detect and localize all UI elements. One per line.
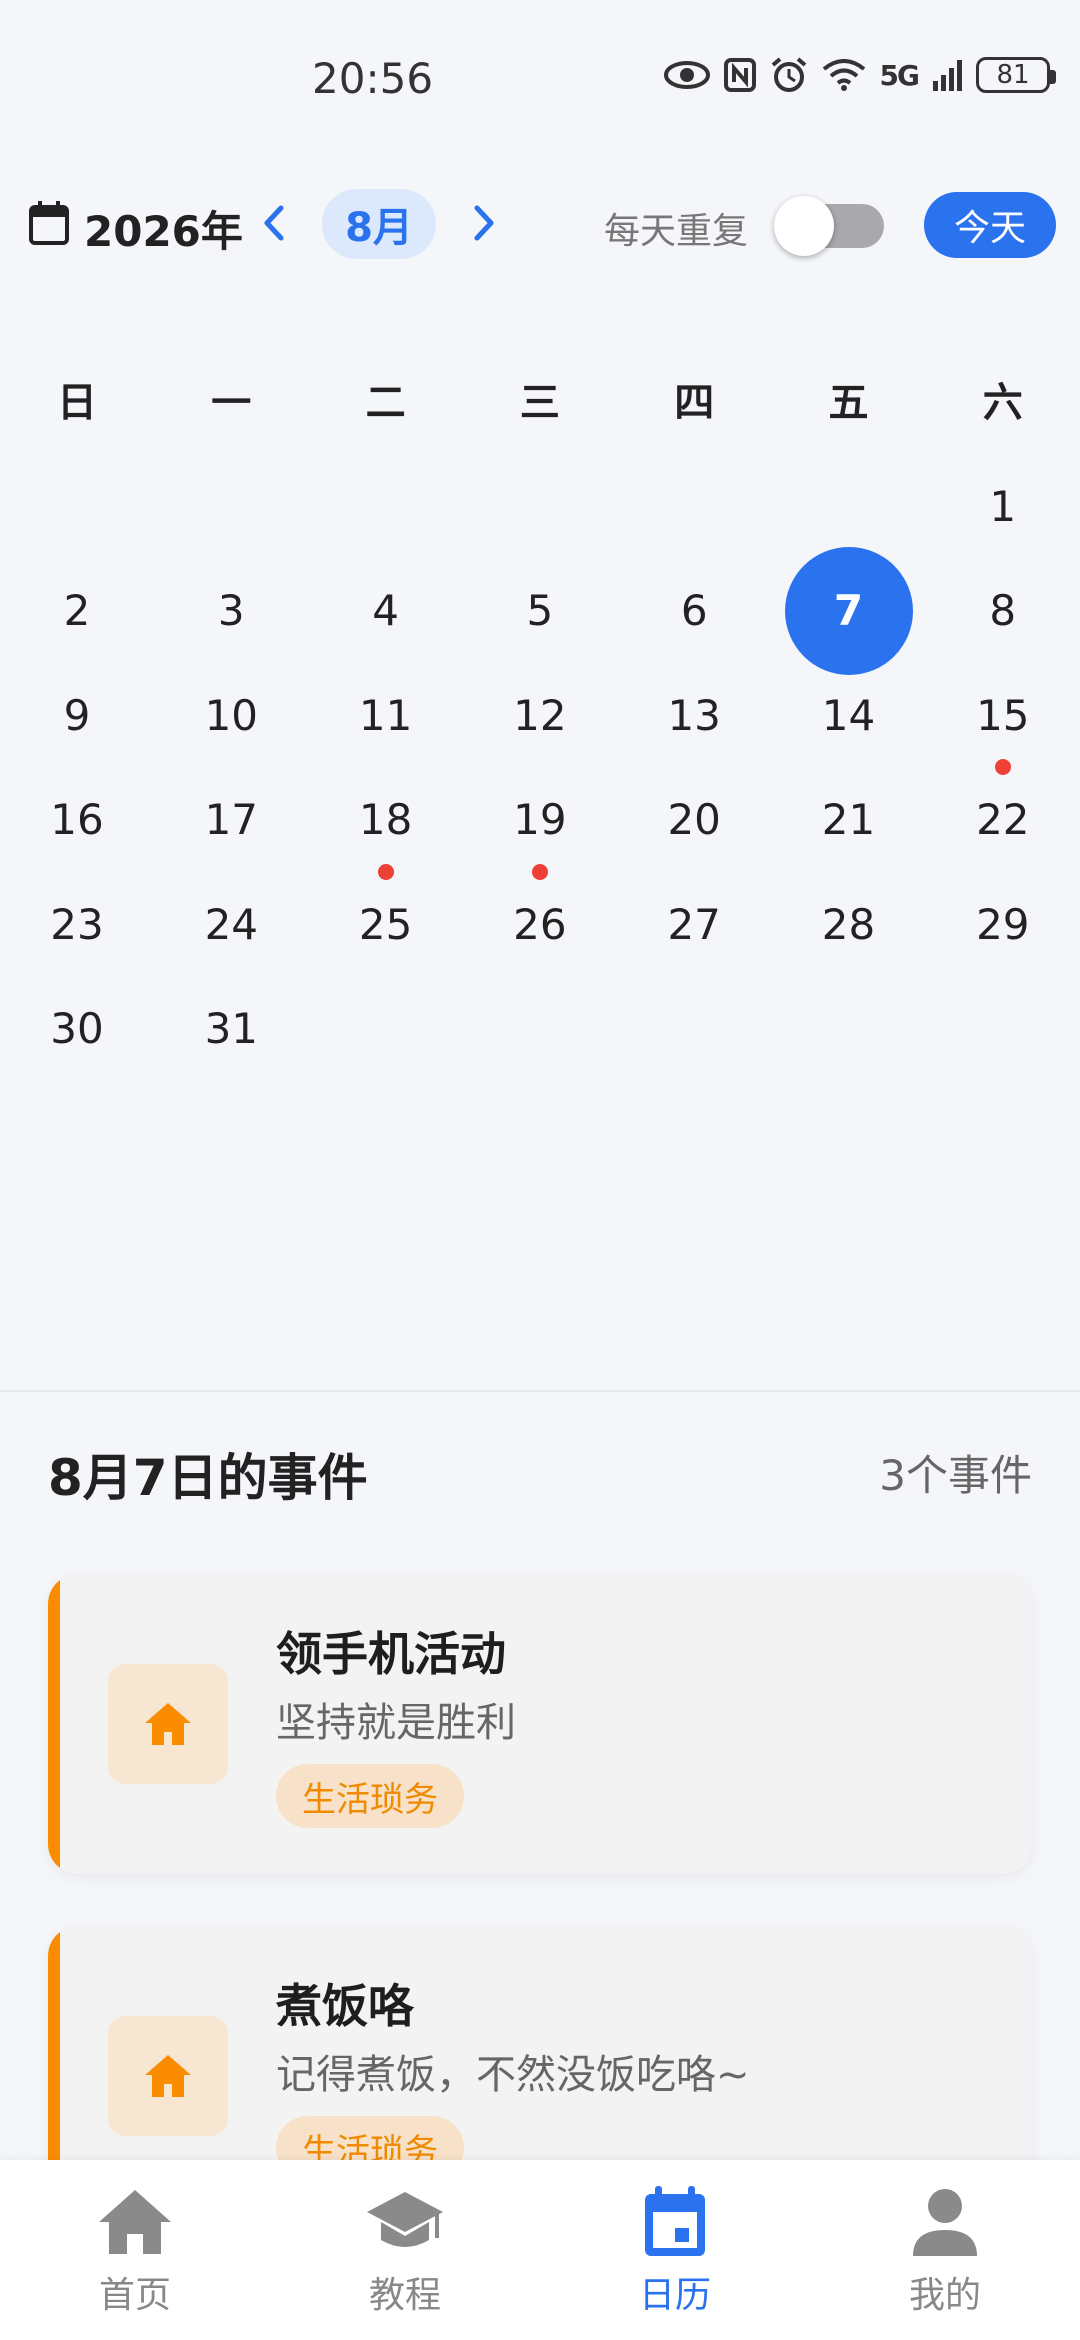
calendar-day[interactable]: 26 bbox=[463, 848, 617, 1004]
events-title: 8月7日的事件 bbox=[48, 1449, 368, 1507]
nav-item-calendar[interactable]: 日历 bbox=[595, 2186, 755, 2326]
nfc-icon bbox=[723, 58, 756, 92]
calendar-day[interactable]: 25 bbox=[309, 848, 463, 1004]
status-icons: 5G 81 bbox=[663, 56, 1056, 94]
nav-item-home[interactable]: 首页 bbox=[55, 2186, 215, 2326]
network-type: 5G bbox=[879, 58, 920, 92]
weekday-label: 日 bbox=[57, 380, 97, 426]
chevron-left-icon bbox=[264, 205, 284, 241]
calendar-day[interactable]: 29 bbox=[926, 848, 1080, 1004]
year-label[interactable]: 2026年 bbox=[84, 198, 243, 259]
weekday-label: 三 bbox=[519, 380, 560, 426]
event-category-tag: 生活琐务 bbox=[276, 1764, 464, 1828]
weekday-label: 四 bbox=[674, 380, 715, 426]
repeat-daily-toggle[interactable] bbox=[774, 196, 884, 256]
toggle-knob bbox=[774, 196, 834, 256]
calendar-day[interactable]: 30 bbox=[0, 953, 154, 1109]
card-accent-bar bbox=[48, 1574, 60, 1874]
event-description: 坚持就是胜利 bbox=[276, 1700, 516, 1746]
divider bbox=[0, 1390, 1080, 1392]
calendar-header: 2026年 8月 每天重复 今天 bbox=[0, 180, 1080, 270]
home-icon bbox=[145, 2055, 191, 2097]
day-number: 26 bbox=[513, 899, 567, 949]
event-description: 记得煮饭，不然没饭吃咯~ bbox=[276, 2052, 750, 2098]
day-number: 25 bbox=[358, 899, 413, 949]
category-icon-box bbox=[108, 2016, 228, 2136]
today-button[interactable]: 今天 bbox=[924, 192, 1056, 258]
event-title: 煮饭咯 bbox=[276, 1979, 414, 2033]
event-card[interactable]: 领手机活动 坚持就是胜利 生活琐务 bbox=[48, 1574, 1032, 1874]
status-time: 20:56 bbox=[312, 54, 434, 103]
calendar-day[interactable]: 27 bbox=[617, 848, 771, 1004]
calendar-icon bbox=[29, 201, 69, 245]
month-selector[interactable]: 8月 bbox=[322, 189, 436, 259]
nav-item-profile[interactable]: 我的 bbox=[865, 2186, 1025, 2326]
event-title: 领手机活动 bbox=[276, 1627, 506, 1681]
weekday-label: 六 bbox=[982, 380, 1023, 426]
person-icon bbox=[913, 2189, 977, 2256]
weekday-label: 一 bbox=[211, 380, 252, 426]
next-month-button[interactable] bbox=[462, 200, 506, 246]
day-number: 30 bbox=[50, 1004, 104, 1053]
calendar-day[interactable]: 31 bbox=[154, 953, 308, 1109]
wifi-icon bbox=[822, 59, 865, 91]
category-icon-box bbox=[108, 1664, 228, 1784]
signal-icon bbox=[933, 60, 962, 91]
prev-month-button[interactable] bbox=[252, 200, 296, 246]
repeat-daily-label: 每天重复 bbox=[604, 211, 749, 252]
events-count: 3个事件 bbox=[879, 1451, 1032, 1500]
weekday-label: 五 bbox=[828, 380, 869, 426]
nav-label: 日历 bbox=[638, 2275, 711, 2316]
home-icon bbox=[145, 1703, 191, 1745]
alarm-icon bbox=[771, 57, 806, 92]
weekday-label: 二 bbox=[365, 380, 406, 426]
day-number: 27 bbox=[667, 899, 721, 949]
home-icon bbox=[99, 2190, 171, 2254]
bottom-nav: 首页 教程 日历 我的 bbox=[0, 2160, 1080, 2340]
eye-icon bbox=[663, 61, 710, 89]
nav-item-tutorial[interactable]: 教程 bbox=[325, 2186, 485, 2326]
weekday-row: 日一二三四五六 bbox=[0, 370, 1080, 440]
battery-icon: 81 bbox=[976, 57, 1056, 93]
nav-label: 我的 bbox=[908, 2275, 981, 2316]
battery-level: 81 bbox=[996, 60, 1030, 90]
graduation-cap-icon bbox=[367, 2192, 443, 2247]
calendar-icon bbox=[645, 2186, 705, 2256]
chevron-right-icon bbox=[474, 205, 494, 241]
day-number: 28 bbox=[821, 899, 876, 949]
status-bar: 20:56 5G 81 bbox=[0, 0, 1080, 160]
calendar-day[interactable]: 28 bbox=[772, 848, 926, 1004]
nav-label: 教程 bbox=[368, 2275, 441, 2316]
day-number: 29 bbox=[976, 899, 1030, 949]
nav-label: 首页 bbox=[98, 2275, 171, 2316]
day-number: 31 bbox=[204, 1004, 259, 1053]
